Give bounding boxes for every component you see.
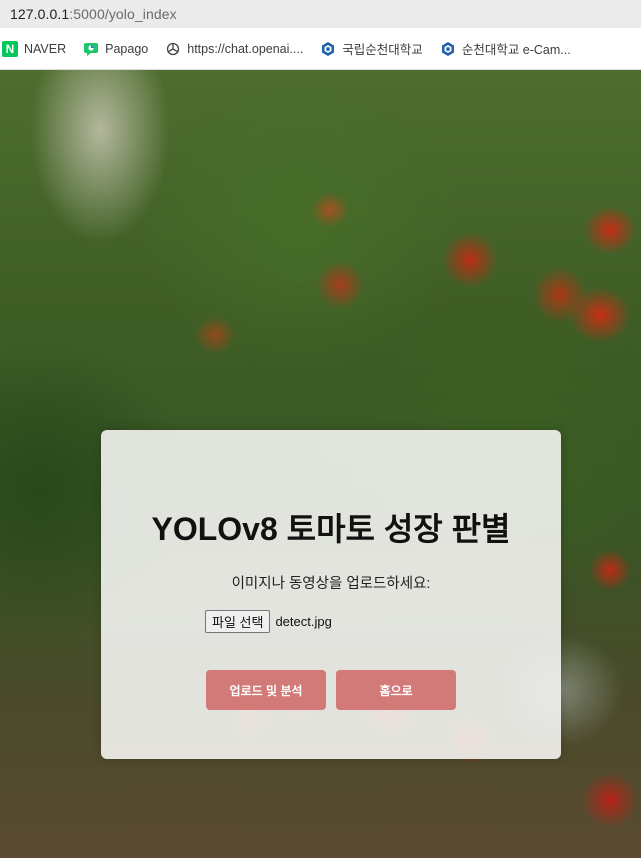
url-path: :5000/yolo_index [69, 6, 177, 22]
naver-icon: N [2, 40, 18, 57]
address-bar[interactable]: 127.0.0.1:5000/yolo_index [0, 0, 641, 28]
home-button[interactable]: 홈으로 [336, 670, 456, 710]
bookmark-naver[interactable]: N NAVER [2, 36, 66, 62]
upload-card: YOLOv8 토마토 성장 판별 이미지나 동영상을 업로드하세요: 파일 선택… [101, 430, 561, 759]
upload-instruction: 이미지나 동영상을 업로드하세요: [231, 576, 431, 592]
bookmarks-bar: N NAVER Papago https://chat.openai.... 국… [0, 28, 641, 70]
page-title: YOLOv8 토마토 성장 판별 [151, 511, 511, 547]
bookmark-label: NAVER [24, 41, 67, 56]
tomato-greenhouse-background: YOLOv8 토마토 성장 판별 이미지나 동영상을 업로드하세요: 파일 선택… [0, 70, 641, 858]
bookmark-label: Papago [105, 41, 149, 56]
choose-file-button[interactable]: 파일 선택 [205, 610, 271, 633]
selected-file-name: detect.jpg [275, 614, 332, 629]
openai-icon [165, 41, 181, 57]
upload-analyze-button[interactable]: 업로드 및 분석 [206, 670, 326, 710]
bookmark-scnu[interactable]: 국립순천대학교 [320, 36, 423, 62]
url-text[interactable]: 127.0.0.1:5000/yolo_index [10, 6, 177, 22]
bookmark-label: https://chat.openai.... [187, 41, 304, 56]
url-host: 127.0.0.1 [10, 6, 70, 22]
university-icon [320, 41, 336, 57]
bookmark-label: 순천대학교 e-Cam... [461, 43, 571, 57]
bookmark-papago[interactable]: Papago [83, 36, 148, 62]
file-input[interactable]: 파일 선택 detect.jpg [205, 610, 332, 633]
bookmark-label: 국립순천대학교 [342, 43, 423, 57]
bookmark-chatgpt[interactable]: https://chat.openai.... [165, 36, 303, 62]
university-icon [440, 41, 456, 57]
bookmark-ecampus[interactable]: 순천대학교 e-Cam... [440, 36, 571, 62]
papago-icon [83, 41, 99, 57]
